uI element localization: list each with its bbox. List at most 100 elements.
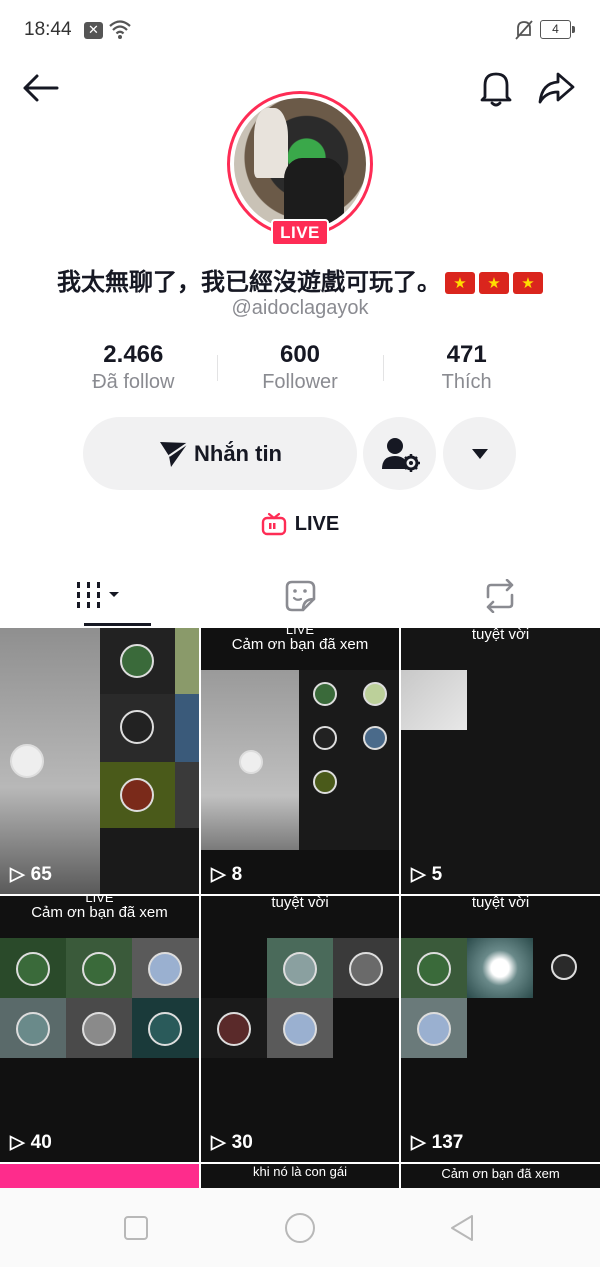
message-button-label: Nhắn tin	[194, 440, 282, 466]
vietnam-flag-icon: ★	[445, 272, 475, 294]
video-caption: Cảm ơn bạn đã xem	[441, 1166, 560, 1181]
video-thumbnail[interactable]: khi nó là con gái	[201, 1164, 399, 1188]
view-count-value: 8	[231, 863, 243, 885]
share-arrow-icon	[538, 72, 575, 104]
stat-value: 600	[279, 341, 321, 368]
video-caption: khi nó là con gái	[253, 1164, 347, 1179]
video-grid: ▷ 65 LIVE Cảm ơn bạn đã xem ▷ 8 tuyệt vời …	[0, 628, 600, 1188]
avatar	[283, 952, 317, 986]
profile-tabs	[0, 565, 600, 627]
avatar	[349, 952, 383, 986]
repost-icon	[486, 579, 514, 613]
live-badge[interactable]: LIVE	[271, 219, 329, 246]
video-thumbnail[interactable]: tuyệt vời ▷ 5	[401, 628, 600, 894]
view-count: ▷ 65	[10, 863, 52, 886]
view-count-value: 40	[30, 1131, 52, 1153]
play-icon: ▷	[10, 1132, 25, 1153]
avatar	[10, 744, 44, 778]
avatar	[551, 954, 577, 980]
stat-label: Đã follow	[92, 371, 175, 393]
view-count: ▷ 137	[411, 1131, 463, 1154]
home-button[interactable]	[282, 1210, 318, 1246]
avatar[interactable]	[234, 98, 366, 230]
arrow-left-icon	[23, 74, 59, 102]
avatar	[148, 952, 182, 986]
play-icon: ▷	[10, 864, 25, 885]
tab-videos[interactable]	[0, 565, 200, 627]
user-gear-icon	[381, 437, 420, 472]
video-thumbnail[interactable]: LIVE Cảm ơn bạn đã xem ▷ 40	[0, 896, 199, 1162]
avatar	[217, 1012, 251, 1046]
play-icon: ▷	[211, 864, 226, 885]
thumbnail-background	[175, 762, 199, 828]
avatar	[120, 644, 154, 678]
play-icon: ▷	[411, 864, 426, 885]
username: @aidoclagayok	[231, 297, 369, 319]
thumbnail-background	[401, 670, 467, 730]
avatar	[363, 726, 387, 750]
back-nav-button[interactable]	[444, 1210, 480, 1246]
notification-button[interactable]	[474, 66, 518, 110]
live-link[interactable]: LIVE	[0, 512, 600, 536]
notification-x-icon: ✕	[84, 22, 103, 39]
send-icon	[160, 441, 189, 467]
stat-likes[interactable]: 471 Thích	[383, 341, 550, 401]
avatar	[148, 1012, 182, 1046]
video-caption: tuyệt vời	[471, 896, 530, 911]
tab-stickers[interactable]	[200, 565, 400, 627]
vietnam-flag-icon: ★	[513, 272, 543, 294]
view-count: ▷ 30	[211, 1131, 253, 1154]
recent-apps-button[interactable]	[118, 1210, 154, 1246]
back-button[interactable]	[18, 66, 62, 110]
live-tv-icon	[261, 512, 286, 536]
avatar	[313, 770, 337, 794]
avatar	[417, 952, 451, 986]
tab-reposts[interactable]	[400, 565, 600, 627]
view-count: ▷ 5	[411, 863, 442, 886]
view-count-value: 30	[231, 1131, 253, 1153]
vietnam-flag-icon: ★	[479, 272, 509, 294]
avatar	[120, 710, 154, 744]
stat-value: 2.466	[103, 341, 164, 368]
silent-bell-icon	[515, 20, 533, 40]
share-button[interactable]	[534, 66, 578, 110]
more-dropdown-button[interactable]	[443, 417, 516, 490]
view-count-value: 5	[431, 863, 443, 885]
play-icon: ▷	[411, 1132, 426, 1153]
avatar-ring[interactable]	[227, 91, 373, 237]
play-icon: ▷	[211, 1132, 226, 1153]
video-caption: Cảm ơn bạn đã xem	[231, 636, 369, 653]
avatar	[120, 778, 154, 812]
triangle-back-icon	[451, 1215, 473, 1241]
video-caption: tuyệt vời	[471, 628, 530, 643]
tab-selected-indicator	[84, 623, 151, 626]
video-caption: Cảm ơn bạn đã xem	[31, 904, 168, 921]
bell-icon	[480, 72, 512, 107]
stat-following[interactable]: 2.466 Đã follow	[50, 341, 217, 401]
status-time: 18:44	[24, 19, 72, 40]
videos-grid-icon	[77, 582, 119, 608]
avatar	[16, 952, 50, 986]
display-name: 我太無聊了，我已經沒遊戲可玩了。 ★ ★ ★	[0, 262, 600, 297]
video-thumbnail[interactable]: LIVE Cảm ơn bạn đã xem ▷ 8	[201, 628, 399, 894]
avatar	[239, 750, 263, 774]
message-button[interactable]: Nhắn tin	[83, 417, 357, 490]
avatar	[313, 682, 337, 706]
avatar	[313, 726, 337, 750]
profile-stats: 2.466 Đã follow 600 Follower 471 Thích	[50, 341, 550, 401]
video-thumbnail[interactable]: Cảm ơn bạn đã xem	[401, 1164, 600, 1188]
sticker-icon	[285, 580, 316, 612]
stat-label: Follower	[262, 371, 338, 393]
video-thumbnail[interactable]: tuyệt vời ▷ 30	[201, 896, 399, 1162]
thumbnail-background	[467, 938, 533, 998]
video-thumbnail[interactable]	[0, 1164, 199, 1188]
view-count-value: 137	[431, 1131, 464, 1153]
wifi-icon	[109, 20, 131, 39]
video-thumbnail[interactable]: tuyệt vời ▷ 137	[401, 896, 600, 1162]
stat-followers[interactable]: 600 Follower	[216, 341, 384, 401]
view-count: ▷ 40	[10, 1131, 52, 1154]
video-thumbnail[interactable]: ▷ 65	[0, 628, 199, 894]
caret-down-icon	[471, 448, 488, 459]
friend-settings-button[interactable]	[363, 417, 436, 490]
avatar	[82, 1012, 116, 1046]
